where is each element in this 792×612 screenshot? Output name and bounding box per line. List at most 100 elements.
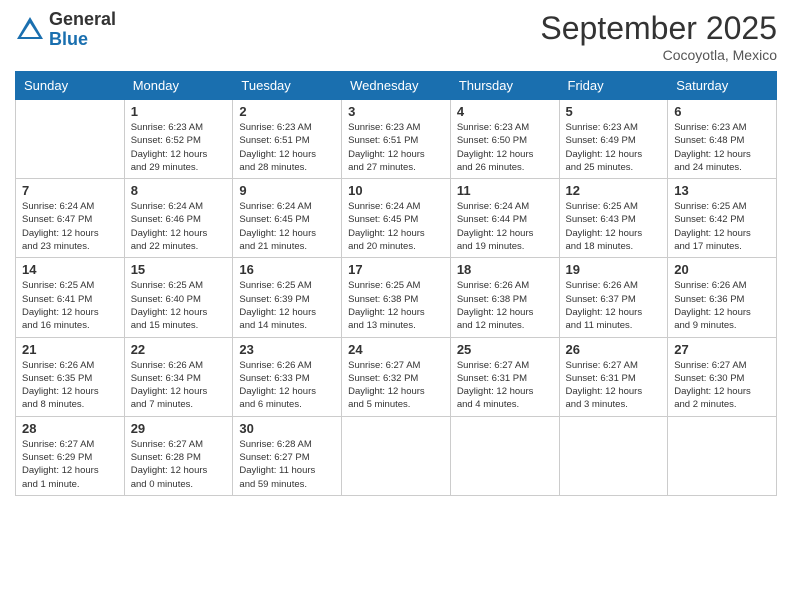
day-info: Sunrise: 6:26 AM Sunset: 6:38 PM Dayligh… (457, 279, 553, 332)
day-number: 18 (457, 262, 553, 277)
calendar-cell: 25Sunrise: 6:27 AM Sunset: 6:31 PM Dayli… (450, 337, 559, 416)
week-row-3: 14Sunrise: 6:25 AM Sunset: 6:41 PM Dayli… (16, 258, 777, 337)
page-header: General Blue September 2025 Cocoyotla, M… (15, 10, 777, 63)
day-info: Sunrise: 6:26 AM Sunset: 6:37 PM Dayligh… (566, 279, 662, 332)
weekday-header-saturday: Saturday (668, 72, 777, 100)
calendar-cell: 15 Sunrise: 6:25 AM Sunset: 6:40 PM Dayli… (124, 258, 233, 337)
day-info: Sunrise: 6:27 AM Sunset: 6:31 PM Dayligh… (566, 359, 662, 412)
logo: General Blue (15, 10, 116, 50)
calendar-cell: 6Sunrise: 6:23 AM Sunset: 6:48 PM Daylig… (668, 100, 777, 179)
day-number: 25 (457, 342, 553, 357)
day-number: 26 (566, 342, 662, 357)
calendar-cell: 14Sunrise: 6:25 AM Sunset: 6:41 PM Dayli… (16, 258, 125, 337)
day-info: Sunrise: 6:24 AM Sunset: 6:47 PM Dayligh… (22, 200, 118, 253)
weekday-header-row: SundayMondayTuesdayWednesdayThursdayFrid… (16, 72, 777, 100)
day-number: 24 (348, 342, 444, 357)
day-number: 30 (239, 421, 335, 436)
logo-icon (15, 15, 45, 45)
week-row-1: 1 Sunrise: 6:23 AM Sunset: 6:52 PM Daylig… (16, 100, 777, 179)
title-block: September 2025 Cocoyotla, Mexico (540, 10, 777, 63)
logo-general: General (49, 10, 116, 30)
calendar: SundayMondayTuesdayWednesdayThursdayFrid… (15, 71, 777, 496)
weekday-header-wednesday: Wednesday (342, 72, 451, 100)
calendar-cell: 26 Sunrise: 6:27 AM Sunset: 6:31 PM Dayli… (559, 337, 668, 416)
calendar-cell: 20Sunrise: 6:26 AM Sunset: 6:36 PM Dayli… (668, 258, 777, 337)
day-number: 5 (566, 104, 662, 119)
calendar-cell: 4 Sunrise: 6:23 AM Sunset: 6:50 PM Daylig… (450, 100, 559, 179)
calendar-cell: 29Sunrise: 6:27 AM Sunset: 6:28 PM Dayli… (124, 416, 233, 495)
day-info: Sunrise: 6:23 AM Sunset: 6:52 PM Dayligh… (131, 121, 227, 174)
calendar-cell: 10Sunrise: 6:24 AM Sunset: 6:45 PM Dayli… (342, 179, 451, 258)
day-number: 27 (674, 342, 770, 357)
day-number: 15 (131, 262, 227, 277)
day-number: 13 (674, 183, 770, 198)
day-info: Sunrise: 6:25 AM Sunset: 6:40 PM Dayligh… (131, 279, 227, 332)
day-number: 11 (457, 183, 553, 198)
calendar-cell: 21 Sunrise: 6:26 AM Sunset: 6:35 PM Dayli… (16, 337, 125, 416)
calendar-cell: 18 Sunrise: 6:26 AM Sunset: 6:38 PM Dayli… (450, 258, 559, 337)
calendar-cell (16, 100, 125, 179)
day-number: 21 (22, 342, 118, 357)
calendar-cell (342, 416, 451, 495)
day-info: Sunrise: 6:27 AM Sunset: 6:29 PM Dayligh… (22, 438, 118, 491)
day-info: Sunrise: 6:25 AM Sunset: 6:43 PM Dayligh… (566, 200, 662, 253)
day-info: Sunrise: 6:27 AM Sunset: 6:30 PM Dayligh… (674, 359, 770, 412)
logo-text: General Blue (49, 10, 116, 50)
day-number: 19 (566, 262, 662, 277)
day-info: Sunrise: 6:25 AM Sunset: 6:41 PM Dayligh… (22, 279, 118, 332)
day-info: Sunrise: 6:23 AM Sunset: 6:51 PM Dayligh… (348, 121, 444, 174)
day-number: 7 (22, 183, 118, 198)
day-number: 4 (457, 104, 553, 119)
calendar-cell: 30 Sunrise: 6:28 AM Sunset: 6:27 PM Dayli… (233, 416, 342, 495)
day-info: Sunrise: 6:25 AM Sunset: 6:42 PM Dayligh… (674, 200, 770, 253)
day-info: Sunrise: 6:26 AM Sunset: 6:35 PM Dayligh… (22, 359, 118, 412)
day-info: Sunrise: 6:23 AM Sunset: 6:51 PM Dayligh… (239, 121, 335, 174)
day-number: 17 (348, 262, 444, 277)
calendar-cell: 16Sunrise: 6:25 AM Sunset: 6:39 PM Dayli… (233, 258, 342, 337)
weekday-header-tuesday: Tuesday (233, 72, 342, 100)
week-row-4: 21 Sunrise: 6:26 AM Sunset: 6:35 PM Dayli… (16, 337, 777, 416)
day-number: 1 (131, 104, 227, 119)
calendar-cell: 22 Sunrise: 6:26 AM Sunset: 6:34 PM Dayli… (124, 337, 233, 416)
calendar-cell (450, 416, 559, 495)
logo-blue: Blue (49, 30, 116, 50)
calendar-cell: 27 Sunrise: 6:27 AM Sunset: 6:30 PM Dayli… (668, 337, 777, 416)
day-info: Sunrise: 6:23 AM Sunset: 6:49 PM Dayligh… (566, 121, 662, 174)
day-info: Sunrise: 6:24 AM Sunset: 6:45 PM Dayligh… (239, 200, 335, 253)
day-number: 12 (566, 183, 662, 198)
day-info: Sunrise: 6:23 AM Sunset: 6:50 PM Dayligh… (457, 121, 553, 174)
calendar-cell: 19 Sunrise: 6:26 AM Sunset: 6:37 PM Dayli… (559, 258, 668, 337)
day-number: 10 (348, 183, 444, 198)
calendar-cell: 8Sunrise: 6:24 AM Sunset: 6:46 PM Daylig… (124, 179, 233, 258)
day-info: Sunrise: 6:26 AM Sunset: 6:34 PM Dayligh… (131, 359, 227, 412)
day-number: 8 (131, 183, 227, 198)
calendar-cell: 5 Sunrise: 6:23 AM Sunset: 6:49 PM Daylig… (559, 100, 668, 179)
calendar-cell: 1 Sunrise: 6:23 AM Sunset: 6:52 PM Daylig… (124, 100, 233, 179)
day-number: 16 (239, 262, 335, 277)
day-info: Sunrise: 6:25 AM Sunset: 6:38 PM Dayligh… (348, 279, 444, 332)
day-number: 22 (131, 342, 227, 357)
calendar-cell: 11Sunrise: 6:24 AM Sunset: 6:44 PM Dayli… (450, 179, 559, 258)
week-row-2: 7 Sunrise: 6:24 AM Sunset: 6:47 PM Daylig… (16, 179, 777, 258)
day-number: 20 (674, 262, 770, 277)
week-row-5: 28 Sunrise: 6:27 AM Sunset: 6:29 PM Dayli… (16, 416, 777, 495)
day-info: Sunrise: 6:27 AM Sunset: 6:32 PM Dayligh… (348, 359, 444, 412)
weekday-header-monday: Monday (124, 72, 233, 100)
location: Cocoyotla, Mexico (540, 47, 777, 63)
weekday-header-sunday: Sunday (16, 72, 125, 100)
day-number: 23 (239, 342, 335, 357)
day-number: 28 (22, 421, 118, 436)
month-title: September 2025 (540, 10, 777, 47)
calendar-cell: 23Sunrise: 6:26 AM Sunset: 6:33 PM Dayli… (233, 337, 342, 416)
day-info: Sunrise: 6:28 AM Sunset: 6:27 PM Dayligh… (239, 438, 335, 491)
calendar-cell: 13 Sunrise: 6:25 AM Sunset: 6:42 PM Dayli… (668, 179, 777, 258)
calendar-cell: 28 Sunrise: 6:27 AM Sunset: 6:29 PM Dayli… (16, 416, 125, 495)
calendar-cell: 3Sunrise: 6:23 AM Sunset: 6:51 PM Daylig… (342, 100, 451, 179)
calendar-cell (559, 416, 668, 495)
calendar-cell: 2 Sunrise: 6:23 AM Sunset: 6:51 PM Daylig… (233, 100, 342, 179)
day-number: 2 (239, 104, 335, 119)
weekday-header-thursday: Thursday (450, 72, 559, 100)
day-number: 29 (131, 421, 227, 436)
day-number: 6 (674, 104, 770, 119)
calendar-cell: 9Sunrise: 6:24 AM Sunset: 6:45 PM Daylig… (233, 179, 342, 258)
